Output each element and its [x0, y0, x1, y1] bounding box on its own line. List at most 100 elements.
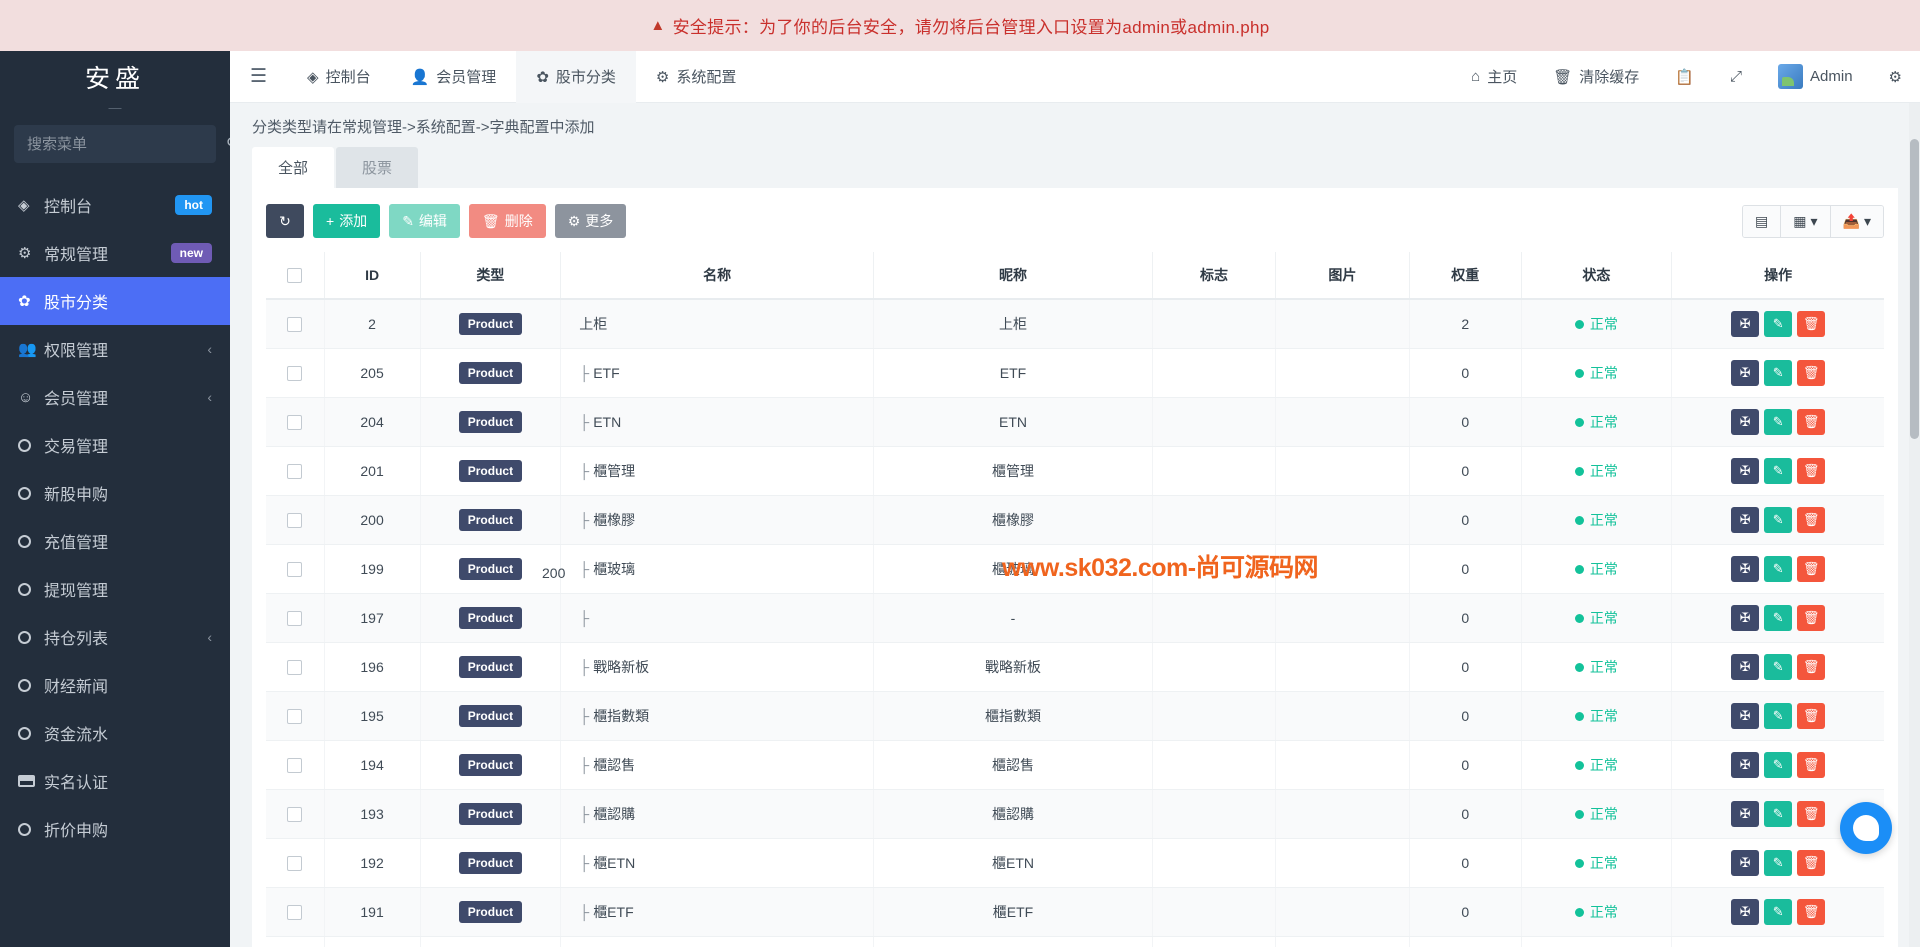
row-action-move-icon[interactable]: ✠	[1731, 458, 1760, 484]
row-checkbox[interactable]	[287, 807, 303, 823]
row-checkbox[interactable]	[287, 464, 303, 480]
table-row[interactable]: 193 Product ├ 櫃認購 櫃認購 0 正常 ✠ ✎ 🗑	[266, 789, 1884, 839]
row-action-trash-icon[interactable]: 🗑	[1797, 654, 1826, 680]
row-action-pencil-icon[interactable]: ✎	[1764, 507, 1793, 533]
table-row[interactable]: 201 Product ├ 櫃管理 櫃管理 0 正常 ✠ ✎ 🗑	[266, 446, 1884, 496]
sidebar-item-8[interactable]: 提现管理	[0, 565, 230, 613]
sidebar-item-13[interactable]: 折价申购	[0, 805, 230, 853]
row-action-pencil-icon[interactable]: ✎	[1764, 703, 1793, 729]
row-action-trash-icon[interactable]: 🗑	[1797, 556, 1826, 582]
topnav-right-item-0[interactable]: ⌂ 主页	[1453, 51, 1535, 103]
sidebar-item-9[interactable]: 持仓列表 ‹	[0, 613, 230, 661]
sidebar-item-5[interactable]: 交易管理	[0, 421, 230, 469]
row-checkbox[interactable]	[287, 758, 303, 774]
row-action-pencil-icon[interactable]: ✎	[1764, 409, 1793, 435]
sidebar-item-4[interactable]: ☺ 会员管理 ‹	[0, 373, 230, 421]
row-checkbox[interactable]	[287, 905, 303, 921]
row-action-pencil-icon[interactable]: ✎	[1764, 752, 1793, 778]
sidebar-item-10[interactable]: 财经新闻	[0, 661, 230, 709]
row-checkbox[interactable]	[287, 513, 303, 529]
row-checkbox[interactable]	[287, 562, 303, 578]
table-row[interactable]: 195 Product ├ 櫃指數類 櫃指數類 0 正常 ✠ ✎ 🗑	[266, 691, 1884, 741]
topnav-right-item-4[interactable]: Admin	[1760, 51, 1871, 103]
row-checkbox[interactable]	[287, 611, 303, 627]
table-row[interactable]: 204 Product ├ ETN ETN 0 正常 ✠ ✎ 🗑	[266, 397, 1884, 447]
select-all-checkbox[interactable]	[287, 268, 303, 284]
row-checkbox[interactable]	[287, 317, 303, 333]
search-box[interactable]: ⚲	[14, 125, 230, 163]
row-action-trash-icon[interactable]: 🗑	[1797, 458, 1826, 484]
row-action-trash-icon[interactable]: 🗑	[1797, 360, 1826, 386]
row-action-trash-icon[interactable]: 🗑	[1797, 899, 1826, 925]
search-input[interactable]	[27, 135, 226, 153]
row-action-trash-icon[interactable]: 🗑	[1797, 507, 1826, 533]
row-action-pencil-icon[interactable]: ✎	[1764, 899, 1793, 925]
row-action-move-icon[interactable]: ✠	[1731, 703, 1760, 729]
row-action-trash-icon[interactable]: 🗑	[1797, 409, 1826, 435]
sidebar-item-11[interactable]: 资金流水	[0, 709, 230, 757]
row-action-move-icon[interactable]: ✠	[1731, 409, 1760, 435]
row-checkbox[interactable]	[287, 709, 303, 725]
topnav-right-item-3[interactable]: ⤢	[1712, 51, 1760, 103]
row-action-move-icon[interactable]: ✠	[1731, 556, 1760, 582]
table-row[interactable]: 194 Product ├ 櫃認售 櫃認售 0 正常 ✠ ✎ 🗑	[266, 740, 1884, 790]
delete-button[interactable]: 🗑 删除	[468, 204, 546, 238]
row-action-trash-icon[interactable]: 🗑	[1797, 605, 1826, 631]
refresh-button[interactable]: ↻	[266, 204, 304, 238]
row-action-pencil-icon[interactable]: ✎	[1764, 311, 1793, 337]
table-row[interactable]: 200 Product ├ 櫃橡膠 櫃橡膠 0 正常 ✠ ✎ 🗑	[266, 495, 1884, 545]
grid-view-button[interactable]: ▦ ▾	[1781, 205, 1831, 237]
row-action-pencil-icon[interactable]: ✎	[1764, 605, 1793, 631]
row-action-move-icon[interactable]: ✠	[1731, 507, 1760, 533]
sidebar-item-12[interactable]: 实名认证	[0, 757, 230, 805]
sidebar-item-6[interactable]: 新股申购	[0, 469, 230, 517]
hamburger-icon[interactable]: ☰	[230, 65, 287, 88]
row-action-move-icon[interactable]: ✠	[1731, 752, 1760, 778]
edit-button[interactable]: ✎ 编辑	[389, 204, 460, 238]
table-row[interactable]: 199 Product ├ 櫃玻璃 櫃玻璃 0 正常 ✠ ✎ 🗑	[266, 544, 1884, 594]
topnav-tab-1[interactable]: 👤 会员管理	[391, 51, 517, 103]
sidebar-item-0[interactable]: ◈ 控制台 hot	[0, 181, 230, 229]
row-checkbox[interactable]	[287, 660, 303, 676]
content-tab-0[interactable]: 全部	[252, 147, 335, 188]
topnav-tab-3[interactable]: ⚙ 系统配置	[636, 51, 756, 103]
sidebar-item-1[interactable]: ⚙ 常规管理 new	[0, 229, 230, 277]
row-checkbox[interactable]	[287, 856, 303, 872]
list-view-icon[interactable]: ▤	[1743, 205, 1782, 237]
table-row[interactable]: 2 Product 上柜 上柜 2 正常 ✠ ✎ 🗑	[266, 299, 1884, 349]
row-action-move-icon[interactable]: ✠	[1731, 360, 1760, 386]
row-action-trash-icon[interactable]: 🗑	[1797, 850, 1826, 876]
row-action-move-icon[interactable]: ✠	[1731, 605, 1760, 631]
row-action-move-icon[interactable]: ✠	[1731, 311, 1760, 337]
page-scrollbar-thumb[interactable]	[1910, 139, 1919, 439]
sidebar-item-7[interactable]: 充值管理	[0, 517, 230, 565]
row-action-trash-icon[interactable]: 🗑	[1797, 311, 1826, 337]
topnav-right-item-5[interactable]: ⚙	[1871, 51, 1920, 103]
chat-bubble-icon[interactable]	[1840, 802, 1892, 854]
content-tab-1[interactable]: 股票	[336, 147, 419, 188]
row-action-trash-icon[interactable]: 🗑	[1797, 752, 1826, 778]
add-button[interactable]: + 添加	[313, 204, 381, 238]
row-action-move-icon[interactable]: ✠	[1731, 801, 1760, 827]
row-action-pencil-icon[interactable]: ✎	[1764, 801, 1793, 827]
export-button[interactable]: 📤 ▾	[1830, 205, 1883, 237]
row-checkbox[interactable]	[287, 415, 303, 431]
row-action-move-icon[interactable]: ✠	[1731, 654, 1760, 680]
page-scrollbar-track[interactable]	[1909, 103, 1920, 947]
row-action-pencil-icon[interactable]: ✎	[1764, 850, 1793, 876]
sidebar-item-2[interactable]: ✿ 股市分类	[0, 277, 230, 325]
table-row[interactable]: 191 Product ├ 櫃ETF 櫃ETF 0 正常 ✠ ✎ 🗑	[266, 887, 1884, 937]
row-action-pencil-icon[interactable]: ✎	[1764, 556, 1793, 582]
row-checkbox[interactable]	[287, 366, 303, 382]
table-row[interactable]: 197 Product ├ -0 正常 ✠ ✎ 🗑	[266, 593, 1884, 643]
row-action-pencil-icon[interactable]: ✎	[1764, 360, 1793, 386]
table-row[interactable]: 196 Product ├ 戰略新板 戰略新板 0 正常 ✠ ✎ 🗑	[266, 642, 1884, 692]
row-action-move-icon[interactable]: ✠	[1731, 850, 1760, 876]
row-action-trash-icon[interactable]: 🗑	[1797, 703, 1826, 729]
topnav-tab-0[interactable]: ◈ 控制台	[287, 51, 391, 103]
table-row[interactable]: 190Product├櫃公司債櫃公司債 0正常✠✎🗑	[266, 936, 1884, 947]
row-action-pencil-icon[interactable]: ✎	[1764, 458, 1793, 484]
row-action-move-icon[interactable]: ✠	[1731, 899, 1760, 925]
table-row[interactable]: 192 Product ├ 櫃ETN 櫃ETN 0 正常 ✠ ✎ 🗑	[266, 838, 1884, 888]
more-button[interactable]: ⚙ 更多	[554, 204, 627, 238]
